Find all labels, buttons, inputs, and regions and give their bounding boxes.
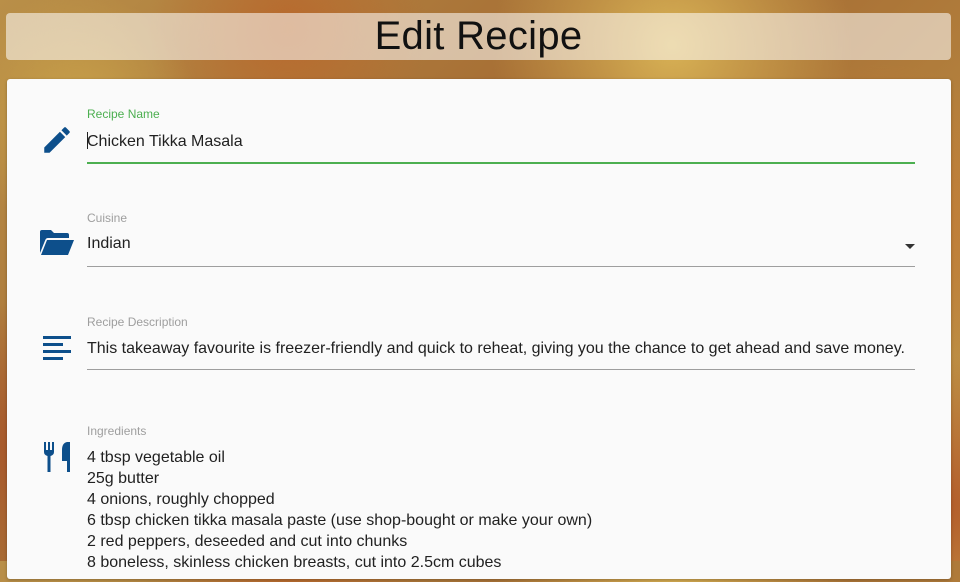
description-underline [87, 369, 915, 370]
ingredient-line: 2 red peppers, deseeded and cut into chu… [87, 533, 408, 550]
ingredient-line: 6 tbsp chicken tikka masala paste (use s… [87, 512, 593, 529]
ingredients-textarea[interactable]: 4 tbsp vegetable oil 25g butter 4 onions… [87, 447, 915, 573]
recipe-name-field[interactable]: Recipe Name Chicken Tikka Masala [7, 79, 951, 174]
recipe-name-value: Chicken Tikka Masala [87, 133, 243, 150]
pencil-icon [39, 122, 75, 158]
page-title: Edit Recipe [374, 14, 583, 58]
ingredient-line: 4 tbsp vegetable oil [87, 449, 225, 466]
chevron-down-icon[interactable] [905, 244, 915, 249]
ingredient-line: 25g butter [87, 470, 160, 487]
cuisine-underline [87, 266, 915, 267]
recipe-name-input[interactable]: Chicken Tikka Masala [87, 132, 915, 151]
description-label: Recipe Description [87, 315, 188, 329]
ingredients-field[interactable]: Ingredients 4 tbsp vegetable oil 25g but… [7, 382, 951, 582]
utensils-icon [39, 439, 75, 475]
description-field[interactable]: Recipe Description This takeaway favouri… [7, 278, 951, 382]
ingredient-line: 4 onions, roughly chopped [87, 491, 275, 508]
edit-recipe-form: Recipe Name Chicken Tikka Masala Cuisine… [7, 79, 951, 579]
folder-open-icon [39, 225, 75, 261]
cuisine-select[interactable]: Indian [87, 235, 915, 253]
text-lines-icon [39, 330, 75, 366]
recipe-name-underline [87, 162, 915, 164]
cuisine-label: Cuisine [87, 211, 128, 225]
ingredient-line: 8 boneless, skinless chicken breasts, cu… [87, 554, 502, 571]
description-input[interactable]: This takeaway favourite is freezer-frien… [87, 340, 915, 358]
ingredients-label: Ingredients [87, 424, 147, 438]
page-header: Edit Recipe [6, 13, 951, 60]
cuisine-field[interactable]: Cuisine Indian [7, 174, 951, 278]
recipe-name-label: Recipe Name [87, 107, 160, 121]
